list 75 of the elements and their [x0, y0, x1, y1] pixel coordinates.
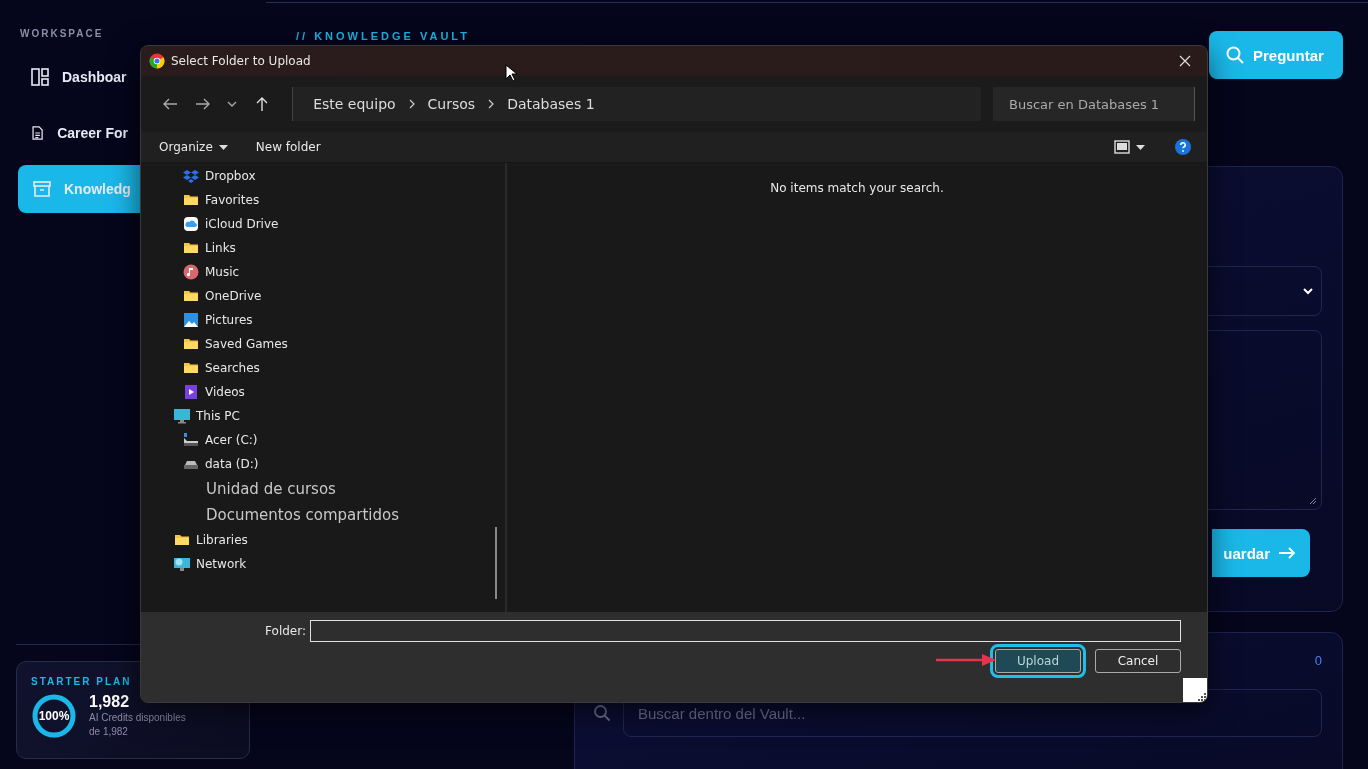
- chevron-right-icon: [407, 99, 416, 109]
- view-icon: [1114, 140, 1130, 154]
- tree-item[interactable]: Links: [141, 236, 505, 260]
- credit-count: 1,982: [89, 693, 131, 711]
- location-suggestion[interactable]: Unidad de cursos: [141, 476, 505, 502]
- cancel-button[interactable]: Cancel: [1095, 649, 1181, 673]
- breadcrumb-item[interactable]: Databases 1: [507, 96, 595, 112]
- tree-item[interactable]: OneDrive: [141, 284, 505, 308]
- location-suggestion[interactable]: Documentos compartidos: [141, 502, 505, 528]
- annotation-arrow: [936, 654, 996, 666]
- arrow-right-icon: [194, 97, 211, 111]
- folder-icon: [183, 360, 199, 376]
- search-icon: [593, 704, 611, 722]
- network-icon: [174, 556, 190, 572]
- layout-icon: [30, 67, 50, 87]
- resize-handle-icon: [1309, 497, 1317, 505]
- caret-icon: [218, 144, 228, 150]
- tree-item[interactable]: iCloud Drive: [141, 212, 505, 236]
- folder-search-field[interactable]: Buscar en Databases 1: [993, 87, 1195, 121]
- folder-icon: [174, 532, 190, 548]
- chevron-down-icon: [227, 101, 238, 107]
- tree-item[interactable]: Videos: [141, 380, 505, 404]
- section-label: WORKSPACE: [20, 28, 105, 39]
- tree-item[interactable]: Acer (C:): [141, 428, 505, 452]
- sidebar-item[interactable]: Career For: [18, 109, 140, 157]
- tree-item[interactable]: data (D:): [141, 452, 505, 476]
- item-count: 0: [1314, 653, 1322, 669]
- cursor-icon: [505, 64, 517, 82]
- browser-logo-icon: [149, 53, 165, 69]
- dropbox-icon: [183, 168, 199, 184]
- tree-item[interactable]: Network: [141, 552, 505, 576]
- help-icon: [1175, 139, 1191, 155]
- folder-icon: [183, 192, 199, 208]
- folder-label: Folder:: [265, 624, 306, 638]
- credit-caption: AI Credits disponibles: [89, 711, 186, 725]
- cloud-icon: [183, 216, 199, 232]
- section-eyebrow: // KNOWLEDGE VAULT: [296, 30, 470, 42]
- monitor-icon: [174, 408, 190, 424]
- arrow-left-icon: [161, 97, 178, 111]
- breadcrumb-item[interactable]: Este equipo: [313, 96, 396, 112]
- caret-icon: [1136, 144, 1145, 150]
- arrow-up-icon: [254, 96, 269, 112]
- scrollbar: [495, 527, 497, 599]
- dialog-title: Select Folder to Upload: [171, 54, 312, 68]
- tree-item[interactable]: Searches: [141, 356, 505, 380]
- folder-icon: [183, 288, 199, 304]
- arrow-right-icon: [1278, 546, 1296, 560]
- tree-item[interactable]: Music: [141, 260, 505, 284]
- empty-message: No items match your search.: [770, 181, 944, 197]
- vault-search-field[interactable]: Buscar dentro del Vault...: [623, 689, 1322, 737]
- tree-item[interactable]: Pictures: [141, 308, 505, 332]
- tree-item[interactable]: Libraries: [141, 528, 505, 552]
- image-icon: [183, 312, 199, 328]
- organize-menu[interactable]: Organize: [153, 140, 234, 154]
- drive-icon: [183, 432, 199, 448]
- new-folder-button[interactable]: New folder: [249, 140, 327, 154]
- credit-total: de 1,982: [89, 725, 129, 739]
- document-icon: [30, 123, 46, 143]
- folder-icon: [183, 336, 199, 352]
- breadcrumb-item[interactable]: Cursos: [427, 96, 476, 112]
- folder-icon: [183, 240, 199, 256]
- chevron-right-icon: [487, 99, 496, 109]
- close-icon: [1179, 55, 1191, 67]
- archive-icon: [32, 179, 52, 199]
- sidebar-item[interactable]: Dashboar: [18, 53, 140, 101]
- tree-item[interactable]: This PC: [141, 404, 505, 428]
- percent-label: 100%: [38, 709, 70, 723]
- folder-name-field[interactable]: [310, 620, 1181, 642]
- music-note-icon: [183, 264, 199, 280]
- plan-title: STARTER PLAN: [31, 676, 133, 687]
- search-icon: [1225, 45, 1245, 65]
- video-icon: [183, 384, 199, 400]
- address-bar[interactable]: Este equipo Cursos Databases 1: [292, 87, 981, 121]
- tree-item[interactable]: Saved Games: [141, 332, 505, 356]
- grip-icon: [1197, 692, 1207, 702]
